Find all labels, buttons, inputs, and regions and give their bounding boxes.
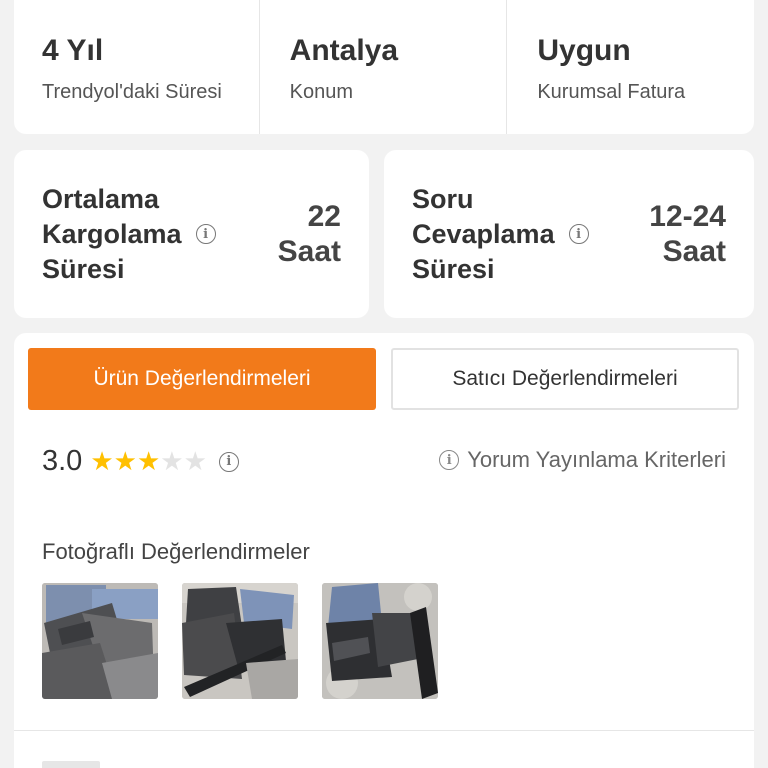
rating-score: 3.0 bbox=[42, 445, 83, 477]
photo-reviews-title: Fotoğraflı Değerlendirmeler bbox=[42, 539, 310, 564]
rating-summary: 3.0 ★★★★★ i bbox=[42, 445, 239, 478]
stat-location-value: Antalya bbox=[289, 34, 399, 67]
stat-invoice-value: Uygun bbox=[537, 34, 631, 67]
star-empty-icon: ★ bbox=[160, 446, 184, 476]
shipping-title-line: Süresi bbox=[42, 253, 125, 284]
tab-seller-reviews[interactable]: Satıcı Değerlendirmeleri bbox=[391, 348, 739, 410]
stat-location: Antalya Konum bbox=[258, 0, 507, 134]
shipping-time-title: Ortalama Kargolama Süresi bbox=[42, 182, 182, 287]
seller-stats-card: 4 Yıl Trendyol'daki Süresi Antalya Konum… bbox=[14, 0, 754, 134]
review-criteria-link[interactable]: i Yorum Yayınlama Kriterleri bbox=[439, 447, 726, 473]
review-photo[interactable] bbox=[322, 583, 438, 699]
info-icon: i bbox=[439, 450, 460, 470]
shipping-time-card: Ortalama Kargolama Süresi i 22 Saat bbox=[14, 150, 369, 318]
review-photo-image bbox=[322, 583, 438, 699]
review-photo-image bbox=[42, 583, 158, 699]
answer-value-line: 12-24 bbox=[649, 200, 726, 233]
review-photo-image bbox=[182, 583, 298, 699]
star-empty-icon: ★ bbox=[183, 446, 207, 476]
info-icon[interactable]: i bbox=[195, 224, 216, 244]
stat-duration: 4 Yıl Trendyol'daki Süresi bbox=[14, 0, 259, 134]
photo-reviews-list bbox=[42, 583, 438, 699]
star-rating: ★★★★★ bbox=[90, 448, 207, 475]
answer-title-line: Süresi bbox=[412, 253, 495, 284]
answer-title-line: Cevaplama bbox=[412, 218, 555, 249]
stat-location-label: Konum bbox=[289, 81, 354, 103]
star-filled-icon: ★ bbox=[90, 446, 114, 476]
shipping-title-line: Ortalama bbox=[42, 183, 160, 214]
review-criteria-label: Yorum Yayınlama Kriterleri bbox=[467, 447, 726, 472]
answer-title-line: Soru bbox=[412, 183, 474, 214]
shipping-time-value: 22 Saat bbox=[277, 200, 341, 268]
reviews-card: Ürün Değerlendirmeleri Satıcı Değerlendi… bbox=[14, 333, 754, 768]
stat-duration-label: Trendyol'daki Süresi bbox=[42, 81, 222, 103]
shipping-title-line: Kargolama bbox=[42, 218, 182, 249]
section-divider bbox=[14, 730, 754, 731]
stat-invoice: Uygun Kurumsal Fatura bbox=[506, 0, 754, 134]
answer-time-title: Soru Cevaplama Süresi bbox=[412, 182, 555, 287]
review-photo[interactable] bbox=[182, 583, 298, 699]
star-filled-icon: ★ bbox=[113, 446, 137, 476]
answer-value-line: Saat bbox=[662, 235, 726, 268]
answer-time-value: 12-24 Saat bbox=[649, 199, 726, 269]
stat-duration-value: 4 Yıl bbox=[42, 34, 104, 67]
answer-time-card: Soru Cevaplama Süresi i 12-24 Saat bbox=[384, 150, 754, 318]
info-icon[interactable]: i bbox=[218, 451, 239, 472]
tab-product-reviews[interactable]: Ürün Değerlendirmeleri bbox=[28, 348, 376, 410]
info-icon[interactable]: i bbox=[568, 224, 589, 244]
review-photo[interactable] bbox=[42, 583, 158, 699]
review-item-placeholder bbox=[42, 761, 100, 768]
star-filled-icon: ★ bbox=[136, 446, 161, 476]
stat-invoice-label: Kurumsal Fatura bbox=[537, 81, 686, 103]
